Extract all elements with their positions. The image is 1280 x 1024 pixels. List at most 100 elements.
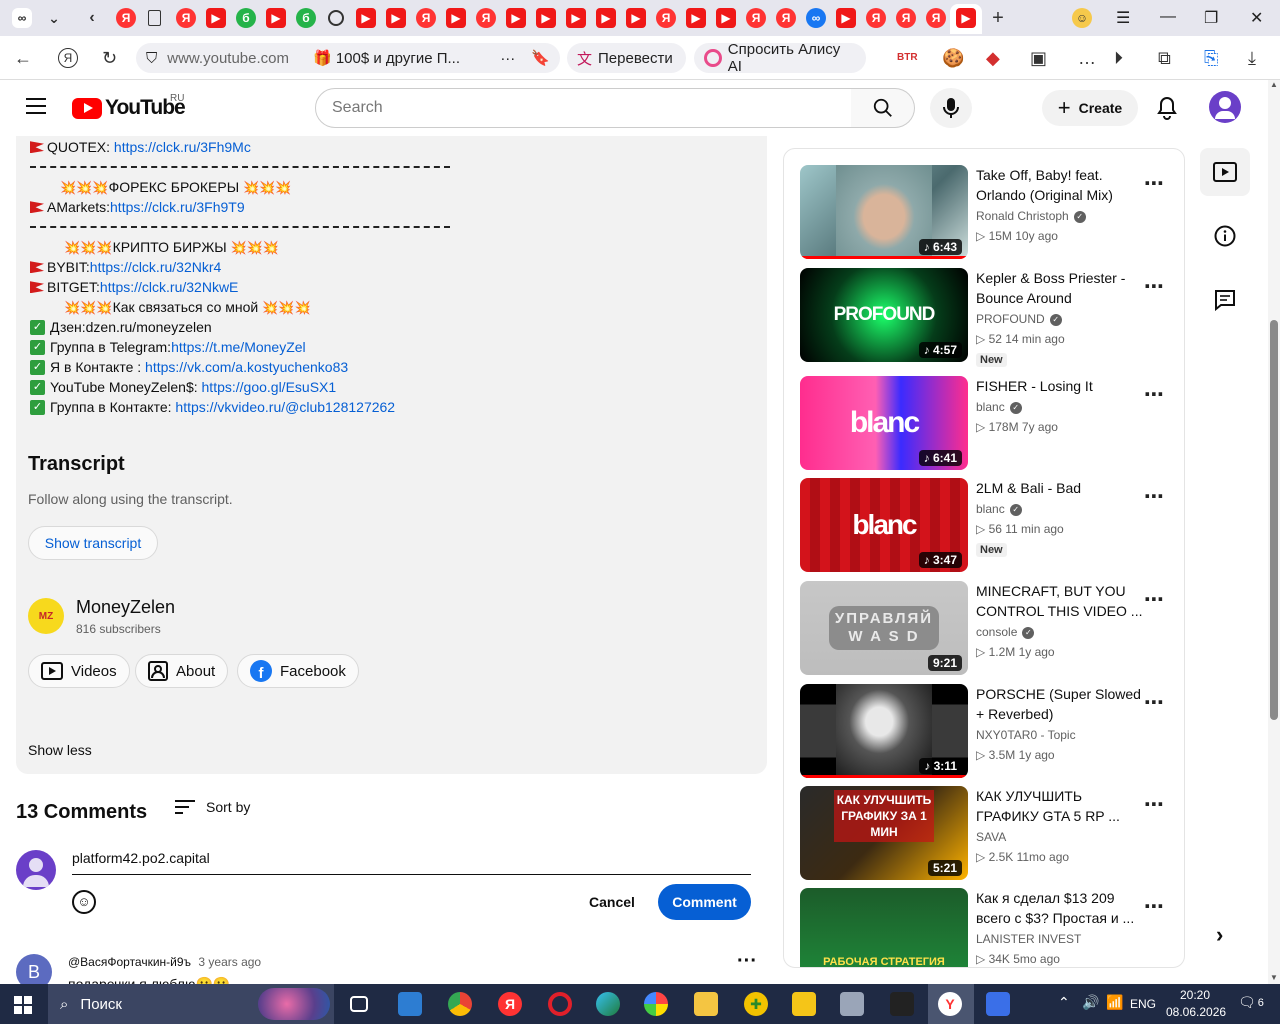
edge-icon[interactable] xyxy=(596,992,620,1016)
alice-tab-icon[interactable] xyxy=(328,10,344,26)
about-chip[interactable]: About xyxy=(135,654,229,688)
profile-icon[interactable]: ☺ xyxy=(1072,8,1092,28)
ask-alice-button[interactable]: Спросить Алису AI xyxy=(694,41,866,75)
create-button[interactable]: + Create xyxy=(1042,90,1138,126)
overflow-extensions-icon[interactable]: … xyxy=(1078,48,1096,69)
volume-icon[interactable]: 🔊 xyxy=(1082,994,1099,1011)
yandex-tab-icon[interactable]: Я xyxy=(896,8,916,28)
yandex-tab-icon[interactable]: Я xyxy=(866,8,886,28)
emoji-picker-icon[interactable]: ☺ xyxy=(72,890,96,914)
clock-date[interactable]: 08.06.2026 xyxy=(1166,1005,1226,1019)
rail-comments-button[interactable] xyxy=(1200,276,1250,324)
yandex-tab-icon[interactable]: Я xyxy=(776,8,796,28)
vk-link[interactable]: https://vk.com/a.kostyuchenko83 xyxy=(145,359,348,375)
video-channel[interactable]: blanc ✓ xyxy=(976,400,1022,414)
close-window-icon[interactable]: ✕ xyxy=(1250,8,1263,28)
translate-ext-icon[interactable]: ⎘ xyxy=(1204,48,1218,69)
green-tab-icon[interactable]: б xyxy=(296,8,316,28)
show-less-button[interactable]: Show less xyxy=(28,742,92,758)
wifi-icon[interactable]: 📶 xyxy=(1106,994,1123,1011)
tab-dropdown-icon[interactable]: ⌄ xyxy=(44,8,64,28)
youtube-tab-icon[interactable]: ▶ xyxy=(446,8,466,28)
bitget-link[interactable]: https://clck.ru/32NkwE xyxy=(100,279,239,295)
video-more-icon[interactable]: ⋯ xyxy=(1144,171,1165,196)
yandex-tab-icon[interactable]: Я xyxy=(926,8,946,28)
rail-video-button[interactable] xyxy=(1200,148,1250,196)
game-extension-icon[interactable]: ▣ xyxy=(1030,48,1047,69)
video-more-icon[interactable]: ⋯ xyxy=(1144,382,1165,407)
search-button[interactable] xyxy=(851,88,915,128)
scrollbar-up-arrow[interactable]: ▲ xyxy=(1268,80,1280,89)
yandex-browser-icon[interactable]: Я xyxy=(498,992,522,1016)
video-more-icon[interactable]: ⋯ xyxy=(1144,894,1165,919)
yandex-tab-icon[interactable]: Я xyxy=(656,8,676,28)
youtube-tab-icon[interactable]: ▶ xyxy=(836,8,856,28)
taskbar-search-box[interactable]: ⌕ Поиск xyxy=(48,984,334,1024)
page-scrollbar[interactable]: ▲ ▼ xyxy=(1268,80,1280,984)
youtube-logo[interactable]: YouTube xyxy=(72,96,186,120)
lock-app-icon[interactable] xyxy=(792,992,816,1016)
more-icon[interactable]: ··· xyxy=(500,50,515,67)
meta-tab-icon[interactable]: ∞ xyxy=(806,8,826,28)
notifications-bell-icon[interactable] xyxy=(1156,96,1178,123)
amarkets-link[interactable]: https://clck.ru/3Fh9T9 xyxy=(110,199,245,215)
video-channel[interactable]: blanc ✓ xyxy=(976,502,1022,516)
video-thumbnail[interactable]: ♪ 6:43 xyxy=(800,165,968,259)
extensions-icon[interactable]: ⧉ xyxy=(1158,48,1171,69)
url-field[interactable]: ⛉ www.youtube.com 🎁 100$ и другие П... ·… xyxy=(136,43,560,73)
plus-app-icon[interactable]: ✚ xyxy=(744,992,768,1016)
yandex-tab-icon[interactable]: Я xyxy=(476,8,496,28)
related-video-card[interactable]: КАК УЛУЧШИТЬ ГРАФИКУ ЗА 1 МИН 5:21 КАК УЛУ… xyxy=(800,786,1180,882)
vk-group-link[interactable]: https://vkvideo.ru/@club128127262 xyxy=(175,399,395,415)
video-thumbnail[interactable]: КАК УЛУЧШИТЬ ГРАФИКУ ЗА 1 МИН 5:21 xyxy=(800,786,968,880)
rail-expand-chevron-icon[interactable]: › xyxy=(1216,922,1223,948)
clock-time[interactable]: 20:20 xyxy=(1180,988,1210,1002)
chrome-icon[interactable] xyxy=(448,992,472,1016)
youtube-tab-icon[interactable]: ▶ xyxy=(206,8,226,28)
tabs-menu-icon[interactable]: ∞ xyxy=(12,8,32,28)
related-video-card[interactable]: PROFOUND ♪ 4:57 Kepler & Boss Priester - B… xyxy=(800,268,1180,367)
youtube-tab-icon[interactable]: ▶ xyxy=(536,8,556,28)
video-channel[interactable]: console ✓ xyxy=(976,625,1035,639)
video-thumbnail[interactable]: PROFOUND ♪ 4:57 xyxy=(800,268,968,362)
colorful-app-icon[interactable] xyxy=(644,992,668,1016)
video-title[interactable]: Как я сделал $13 209 всего с $3? Простая… xyxy=(976,888,1146,928)
yandex-active-icon[interactable]: Y xyxy=(938,992,962,1016)
language-indicator[interactable]: ENG xyxy=(1130,997,1156,1011)
comment-time[interactable]: 3 years ago xyxy=(198,955,261,969)
video-more-icon[interactable]: ⋯ xyxy=(1144,587,1165,612)
document-tab-icon[interactable] xyxy=(148,10,161,26)
download-icon[interactable]: ⤓ xyxy=(1248,48,1256,69)
yandex-home-icon[interactable]: Я xyxy=(58,48,78,68)
notifications-icon[interactable]: 🗨 6 xyxy=(1238,994,1264,1011)
channel-avatar[interactable]: MZ xyxy=(28,598,64,634)
red-extension-icon[interactable]: ◆ xyxy=(986,48,1000,69)
tray-chevron-icon[interactable]: ⌃ xyxy=(1058,994,1070,1011)
terminal-app-icon[interactable] xyxy=(890,992,914,1016)
search-input[interactable]: Search xyxy=(315,88,852,128)
videos-chip[interactable]: Videos xyxy=(28,654,130,688)
btr-extension-icon[interactable]: BTR xyxy=(897,52,918,63)
youtube-tab-icon[interactable]: ▶ xyxy=(686,8,706,28)
related-video-card[interactable]: ♪ 6:43 Take Off, Baby! feat. Orlando (Ori… xyxy=(800,165,1180,261)
video-title[interactable]: Kepler & Boss Priester - Bounce Around xyxy=(976,268,1146,308)
cancel-button[interactable]: Cancel xyxy=(576,884,648,920)
channel-name[interactable]: MoneyZelen xyxy=(76,597,175,618)
restore-icon[interactable]: ❐ xyxy=(1204,8,1218,28)
minimize-icon[interactable]: — xyxy=(1160,8,1176,26)
youtube-tab-icon[interactable]: ▶ xyxy=(386,8,406,28)
blue-app-icon[interactable] xyxy=(986,992,1010,1016)
site-info-icon[interactable]: ⛉ xyxy=(146,50,157,67)
youtube-tab-icon[interactable]: ▶ xyxy=(266,8,286,28)
windows-start-icon[interactable] xyxy=(14,996,32,1014)
photo-app-icon[interactable] xyxy=(840,992,864,1016)
media-control-icon[interactable]: ⏵ xyxy=(1114,48,1123,69)
voice-search-button[interactable] xyxy=(930,88,972,128)
youtube-tab-icon[interactable]: ▶ xyxy=(716,8,736,28)
browser-menu-icon[interactable]: ☰ xyxy=(1116,8,1130,28)
telegram-link[interactable]: https://t.me/MoneyZel xyxy=(171,339,306,355)
video-title[interactable]: КАК УЛУЧШИТЬ ГРАФИКУ GTA 5 RP ... xyxy=(976,786,1146,826)
video-more-icon[interactable]: ⋯ xyxy=(1144,792,1165,817)
task-view-icon[interactable] xyxy=(350,996,368,1012)
bookmark-icon[interactable]: 🔖 xyxy=(531,49,550,67)
